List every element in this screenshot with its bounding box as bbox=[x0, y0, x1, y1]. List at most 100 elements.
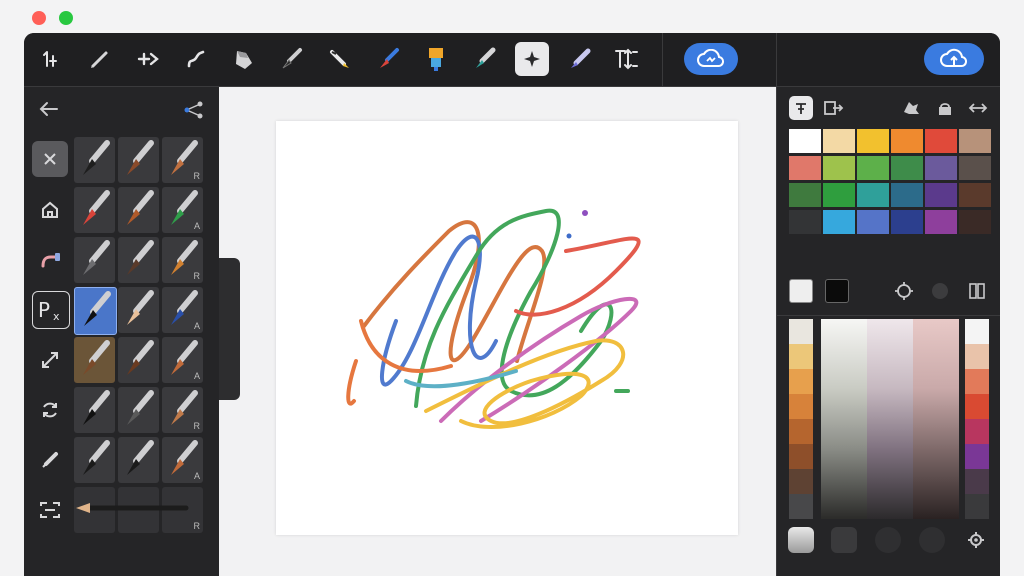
share-icon[interactable] bbox=[182, 99, 206, 121]
color-swatch[interactable] bbox=[789, 129, 821, 153]
color-swatch[interactable] bbox=[891, 129, 923, 153]
color-swatch[interactable] bbox=[925, 183, 957, 207]
color-swatch[interactable] bbox=[823, 156, 855, 180]
settings-gear-icon[interactable] bbox=[964, 528, 988, 552]
brush-settings-icon[interactable] bbox=[35, 42, 69, 76]
tone-swatch[interactable] bbox=[965, 394, 989, 419]
brush-preset[interactable]: R bbox=[162, 387, 203, 433]
airbrush-icon[interactable] bbox=[467, 42, 501, 76]
tone-swatch[interactable] bbox=[965, 494, 989, 519]
gradient-neutral[interactable] bbox=[821, 319, 867, 519]
color-swatch[interactable] bbox=[857, 210, 889, 234]
cloud-sync-button[interactable] bbox=[684, 43, 738, 75]
color-harmony-icon[interactable] bbox=[965, 279, 989, 303]
dark-tone-button[interactable] bbox=[831, 527, 857, 553]
tone-swatch[interactable] bbox=[965, 469, 989, 494]
tone-swatch[interactable] bbox=[789, 419, 813, 444]
eraser-icon[interactable] bbox=[227, 42, 261, 76]
texture-b-button[interactable] bbox=[919, 527, 945, 553]
tone-swatch[interactable] bbox=[965, 444, 989, 469]
export-icon[interactable] bbox=[821, 96, 845, 120]
tone-swatch[interactable] bbox=[965, 419, 989, 444]
color-swatch[interactable] bbox=[959, 183, 991, 207]
secondary-color-black[interactable] bbox=[825, 279, 849, 303]
panel-resize-handle[interactable] bbox=[219, 258, 240, 400]
gradient-rose[interactable] bbox=[913, 319, 959, 519]
tone-swatch[interactable] bbox=[789, 494, 813, 519]
color-swatch[interactable] bbox=[925, 156, 957, 180]
smudge-icon[interactable] bbox=[32, 242, 68, 278]
eyedropper-icon[interactable] bbox=[892, 279, 916, 303]
pencil-icon[interactable] bbox=[83, 42, 117, 76]
tone-swatch[interactable] bbox=[965, 369, 989, 394]
long-brush-icon[interactable] bbox=[74, 492, 204, 522]
text-transform-icon[interactable] bbox=[609, 42, 643, 76]
back-arrow-icon[interactable] bbox=[36, 97, 62, 121]
tone-swatch[interactable] bbox=[789, 469, 813, 494]
expand-icon[interactable] bbox=[32, 342, 68, 378]
tone-swatch[interactable] bbox=[789, 319, 813, 344]
color-swatch[interactable] bbox=[857, 183, 889, 207]
brush-preset[interactable] bbox=[118, 187, 159, 233]
tone-swatch[interactable] bbox=[789, 369, 813, 394]
ink-brush-icon[interactable] bbox=[275, 42, 309, 76]
home-icon[interactable] bbox=[32, 192, 68, 228]
paint-bucket-icon[interactable] bbox=[933, 96, 957, 120]
color-wheel-icon[interactable] bbox=[928, 279, 952, 303]
tone-swatch[interactable] bbox=[965, 319, 989, 344]
color-swatch[interactable] bbox=[959, 210, 991, 234]
color-swatch[interactable] bbox=[823, 210, 855, 234]
brush-preset[interactable] bbox=[118, 387, 159, 433]
palette-icon[interactable] bbox=[899, 96, 923, 120]
color-swatch[interactable] bbox=[789, 210, 821, 234]
texture-a-button[interactable] bbox=[875, 527, 901, 553]
color-swatch[interactable] bbox=[857, 129, 889, 153]
frame-icon[interactable] bbox=[32, 492, 68, 528]
brush-preset[interactable] bbox=[74, 287, 117, 335]
color-swatch[interactable] bbox=[857, 156, 889, 180]
curve-icon[interactable] bbox=[179, 42, 213, 76]
brush-preset[interactable] bbox=[74, 437, 115, 483]
brush-preset[interactable] bbox=[74, 237, 115, 283]
color-swatch[interactable] bbox=[925, 210, 957, 234]
brush-preset[interactable] bbox=[118, 287, 159, 333]
brush-preset[interactable] bbox=[118, 337, 159, 383]
brush-preset[interactable]: A bbox=[162, 337, 203, 383]
rotate-icon[interactable] bbox=[32, 392, 68, 428]
window-close-button[interactable] bbox=[32, 11, 46, 25]
brush-preset[interactable]: R bbox=[162, 137, 203, 183]
brush-preset[interactable] bbox=[118, 237, 159, 283]
drawing-canvas[interactable] bbox=[276, 121, 738, 535]
layers-icon[interactable] bbox=[789, 96, 813, 120]
pixel-brush-icon[interactable]: Px bbox=[32, 291, 70, 329]
magic-star-icon[interactable] bbox=[515, 42, 549, 76]
swap-arrows-icon[interactable] bbox=[966, 96, 990, 120]
brush-preset[interactable]: A bbox=[162, 187, 203, 233]
color-swatch[interactable] bbox=[959, 129, 991, 153]
brush-preset[interactable] bbox=[118, 137, 159, 183]
close-icon[interactable] bbox=[32, 141, 68, 177]
color-swatch[interactable] bbox=[789, 156, 821, 180]
pen-icon[interactable] bbox=[563, 42, 597, 76]
tone-swatch[interactable] bbox=[965, 344, 989, 369]
color-swatch[interactable] bbox=[959, 156, 991, 180]
brush-preset[interactable]: A bbox=[162, 437, 203, 483]
color-swatch[interactable] bbox=[891, 156, 923, 180]
color-swatch[interactable] bbox=[891, 183, 923, 207]
cloud-upload-button[interactable] bbox=[924, 43, 984, 75]
color-swatch[interactable] bbox=[823, 129, 855, 153]
marker-icon[interactable] bbox=[419, 42, 453, 76]
color-swatch[interactable] bbox=[891, 210, 923, 234]
brush-preset[interactable]: A bbox=[162, 287, 203, 333]
brush-preset[interactable] bbox=[118, 437, 159, 483]
tone-swatch[interactable] bbox=[789, 394, 813, 419]
brush-preset[interactable] bbox=[74, 187, 115, 233]
color-swatch[interactable] bbox=[925, 129, 957, 153]
color-swatch[interactable] bbox=[789, 183, 821, 207]
calligraphy-icon[interactable] bbox=[323, 42, 357, 76]
primary-color-white[interactable] bbox=[789, 279, 813, 303]
brush-preset[interactable] bbox=[74, 337, 115, 383]
brush-preset[interactable] bbox=[74, 387, 115, 433]
tone-swatch[interactable] bbox=[789, 344, 813, 369]
brush-preset[interactable] bbox=[74, 137, 115, 183]
